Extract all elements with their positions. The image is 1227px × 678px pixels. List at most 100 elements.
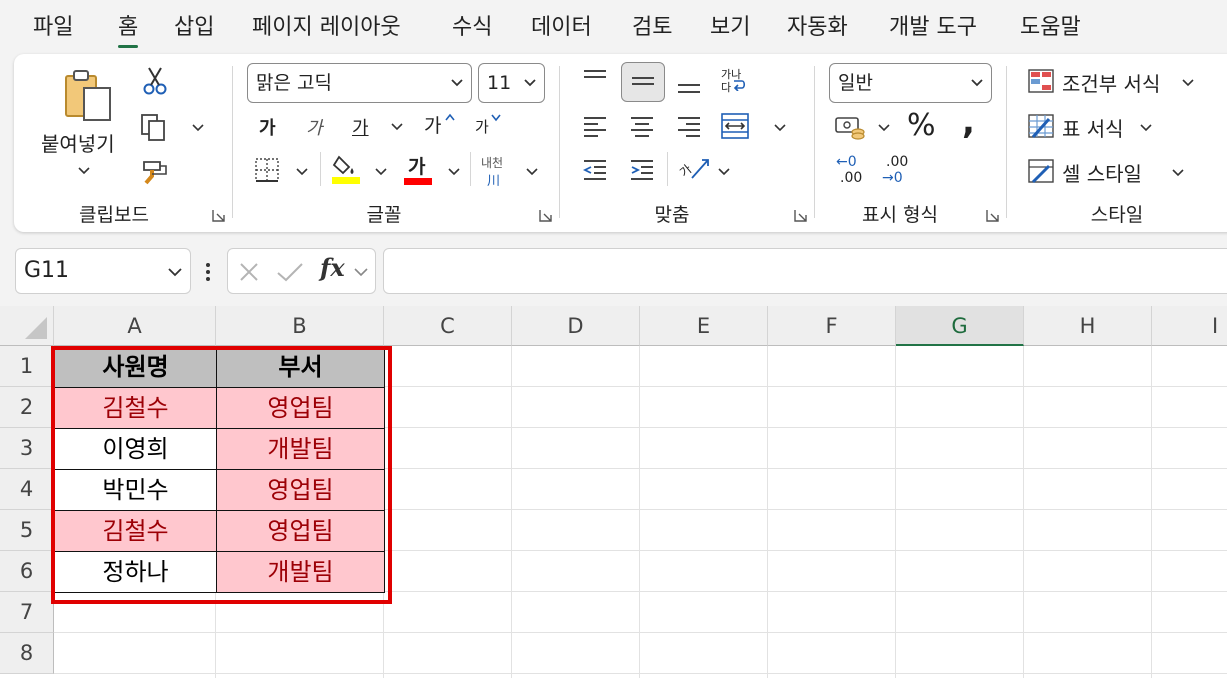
align-middle-button[interactable] <box>621 62 665 102</box>
cell-b3[interactable]: 개발팀 <box>217 429 385 470</box>
cancel-icon[interactable] <box>238 261 260 283</box>
column-header-b[interactable]: B <box>216 306 384 346</box>
bold-button[interactable]: 가 <box>259 114 276 140</box>
tab-help[interactable]: 도움말 <box>1020 14 1081 42</box>
formula-input[interactable] <box>383 248 1227 294</box>
column-header-d[interactable]: D <box>512 306 640 346</box>
tab-automate[interactable]: 자동화 <box>787 14 848 42</box>
tab-developer[interactable]: 개발 도구 <box>889 14 977 42</box>
chevron-down-icon[interactable] <box>168 267 182 277</box>
cell-b2[interactable]: 영업팀 <box>217 388 385 429</box>
cell-a5[interactable]: 김철수 <box>55 511 217 552</box>
font-size-select[interactable]: 11 <box>478 63 545 103</box>
row-header-5[interactable]: 5 <box>0 510 54 551</box>
row-header-8[interactable]: 8 <box>0 633 54 674</box>
tab-review[interactable]: 검토 <box>632 14 672 42</box>
copy-icon[interactable] <box>139 112 169 142</box>
number-launcher-icon[interactable] <box>986 209 999 222</box>
align-center-icon[interactable] <box>629 114 655 140</box>
shrink-font-button[interactable]: 가 <box>475 116 489 137</box>
conditional-formatting-icon[interactable] <box>1027 68 1055 94</box>
borders-dropdown-icon[interactable] <box>296 167 308 177</box>
cell-b1[interactable]: 부서 <box>217 347 385 388</box>
fill-color-icon[interactable] <box>331 153 361 185</box>
insert-function-button[interactable]: fx <box>320 253 345 282</box>
decrease-indent-icon[interactable] <box>582 158 608 182</box>
select-all-button[interactable] <box>0 306 54 346</box>
row-header-4[interactable]: 4 <box>0 469 54 510</box>
cut-icon[interactable] <box>142 66 168 96</box>
underline-button[interactable]: 가 <box>352 114 369 140</box>
increase-decimal-button[interactable]: ←0 <box>836 154 857 170</box>
row-header-7[interactable]: 7 <box>0 592 54 633</box>
tab-view[interactable]: 보기 <box>710 14 750 42</box>
format-as-table-button[interactable]: 표 서식 <box>1062 113 1124 142</box>
italic-button[interactable]: 가 <box>306 114 323 140</box>
orientation-dropdown-icon[interactable] <box>718 167 730 177</box>
cell-a6[interactable]: 정하나 <box>55 552 217 593</box>
column-header-e[interactable]: E <box>640 306 768 346</box>
font-color-button[interactable]: 가 <box>408 152 425 179</box>
number-format-select[interactable]: 일반 <box>829 63 992 103</box>
cell-styles-dropdown-icon[interactable] <box>1172 168 1184 178</box>
tab-insert[interactable]: 삽입 <box>174 14 214 42</box>
fill-color-dropdown-icon[interactable] <box>375 167 387 177</box>
decrease-decimal-button[interactable]: .00 <box>886 154 908 170</box>
row-header-3[interactable]: 3 <box>0 428 54 469</box>
merge-center-icon[interactable] <box>720 112 750 140</box>
copy-dropdown-icon[interactable] <box>192 123 204 133</box>
underline-dropdown-icon[interactable] <box>391 122 403 132</box>
conditional-formatting-button[interactable]: 조건부 서식 <box>1062 68 1160 97</box>
table-style-dropdown-icon[interactable] <box>1140 123 1152 133</box>
align-top-icon[interactable] <box>582 68 608 88</box>
phonetic-dropdown-icon[interactable] <box>526 167 538 177</box>
increase-indent-icon[interactable] <box>629 158 655 182</box>
tab-formulas[interactable]: 수식 <box>452 14 492 42</box>
clipboard-launcher-icon[interactable] <box>212 209 225 222</box>
column-header-h[interactable]: H <box>1024 306 1152 346</box>
font-color-dropdown-icon[interactable] <box>448 167 460 177</box>
column-header-f[interactable]: F <box>768 306 896 346</box>
paste-dropdown-icon[interactable] <box>78 166 90 176</box>
column-header-a[interactable]: A <box>54 306 216 346</box>
name-box[interactable]: G11 <box>15 248 191 294</box>
column-header-g[interactable]: G <box>896 306 1024 346</box>
tab-home[interactable]: 홈 <box>118 14 139 48</box>
cell-a4[interactable]: 박민수 <box>55 470 217 511</box>
cell-a1[interactable]: 사원명 <box>55 347 217 388</box>
cell-a3[interactable]: 이영희 <box>55 429 217 470</box>
cell-b5[interactable]: 영업팀 <box>217 511 385 552</box>
paste-button[interactable] <box>62 68 114 124</box>
chevron-down-icon[interactable] <box>354 267 368 277</box>
borders-icon[interactable] <box>254 157 280 183</box>
font-launcher-icon[interactable] <box>539 209 552 222</box>
cell-styles-button[interactable]: 셀 스타일 <box>1062 158 1142 187</box>
conditional-dropdown-icon[interactable] <box>1182 78 1194 88</box>
row-header-1[interactable]: 1 <box>0 346 54 387</box>
align-left-icon[interactable] <box>582 114 608 140</box>
column-header-i[interactable]: I <box>1152 306 1227 346</box>
font-name-select[interactable]: 맑은 고딕 <box>247 63 472 103</box>
alignment-launcher-icon[interactable] <box>794 209 807 222</box>
cell-a2[interactable]: 김철수 <box>55 388 217 429</box>
row-header-2[interactable]: 2 <box>0 387 54 428</box>
comma-button[interactable]: , <box>962 102 975 142</box>
accounting-dropdown-icon[interactable] <box>878 123 890 133</box>
enter-icon[interactable] <box>276 261 304 283</box>
merge-dropdown-icon[interactable] <box>774 123 786 133</box>
align-bottom-icon[interactable] <box>676 76 702 96</box>
tab-file[interactable]: 파일 <box>33 14 73 42</box>
column-header-c[interactable]: C <box>384 306 512 346</box>
grow-font-button[interactable]: 가 <box>424 111 441 138</box>
more-options-icon[interactable] <box>205 262 211 282</box>
format-painter-icon[interactable] <box>140 156 170 186</box>
percent-button[interactable]: % <box>907 108 936 143</box>
format-as-table-icon[interactable] <box>1027 113 1055 139</box>
phonetic-button[interactable]: 내천 <box>481 154 503 171</box>
cell-b4[interactable]: 영업팀 <box>217 470 385 511</box>
accounting-format-icon[interactable] <box>834 114 866 140</box>
tab-page-layout[interactable]: 페이지 레이아웃 <box>252 14 401 42</box>
tab-data[interactable]: 데이터 <box>531 14 592 42</box>
row-header-6[interactable]: 6 <box>0 551 54 592</box>
cell-b6[interactable]: 개발팀 <box>217 552 385 593</box>
